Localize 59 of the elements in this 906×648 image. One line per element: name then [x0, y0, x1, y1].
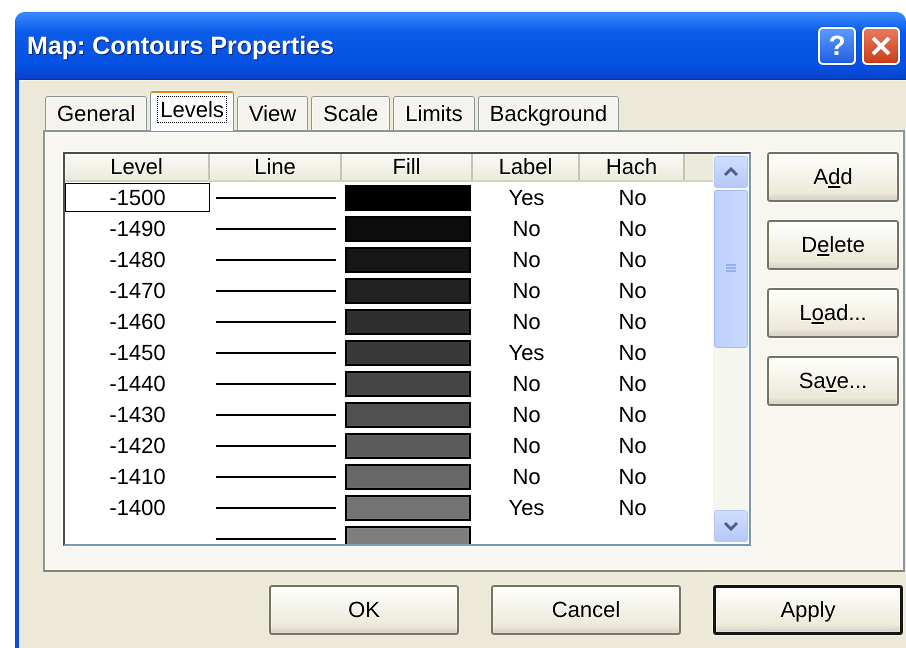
close-button[interactable] — [862, 27, 900, 65]
table-cell-text: No — [511, 464, 542, 490]
table-cell-text: No — [617, 402, 648, 428]
dialog-button[interactable]: OK — [269, 585, 459, 635]
level-cell[interactable]: -1500 — [65, 183, 210, 212]
table-cell-text: No — [511, 216, 542, 242]
table-cell-text: No — [617, 246, 648, 272]
level-cell[interactable]: -1490 — [65, 214, 210, 243]
help-button[interactable]: ? — [818, 27, 856, 65]
level-cell[interactable]: -1470 — [65, 276, 210, 305]
table-cell-text: No — [617, 216, 648, 242]
table-cell-text: Yes — [508, 340, 546, 366]
table-cell-text: No — [617, 464, 648, 490]
grip-icon — [725, 264, 737, 274]
side-button[interactable]: Add — [767, 152, 899, 202]
column-header[interactable]: Hach — [580, 154, 685, 180]
tab[interactable]: General — [45, 96, 148, 130]
tab[interactable]: View — [236, 96, 308, 130]
level-cell[interactable]: -1410 — [65, 462, 210, 491]
side-button[interactable]: Load... — [767, 288, 899, 338]
scroll-up-icon — [723, 167, 739, 177]
table-cell-text: No — [511, 370, 542, 396]
dialog-button[interactable]: Apply — [713, 585, 903, 635]
table-cell-text: Yes — [508, 494, 546, 520]
table-cell-text: No — [511, 278, 542, 304]
column-header[interactable]: Fill — [342, 154, 473, 180]
level-cell[interactable]: -1440 — [65, 369, 210, 398]
table-cell-text: No — [617, 308, 648, 334]
table-cell-text: No — [617, 432, 648, 458]
column-header[interactable]: Label — [473, 154, 580, 180]
table-cell-text: No — [617, 370, 648, 396]
tab[interactable]: Levels — [150, 91, 234, 131]
dialog-button[interactable]: Cancel — [491, 585, 681, 635]
table-cell-text: No — [617, 184, 648, 210]
table-cell-text: No — [617, 340, 648, 366]
column-header[interactable]: Line — [210, 154, 342, 180]
side-button[interactable]: Delete — [767, 220, 899, 270]
scrollbar[interactable] — [713, 154, 749, 544]
close-icon — [870, 35, 892, 57]
table-cell-text: Yes — [508, 184, 546, 210]
column-header[interactable]: Level — [65, 154, 210, 180]
tab[interactable]: Background — [478, 96, 620, 130]
table-cell-text: No — [617, 278, 648, 304]
level-cell[interactable]: -1430 — [65, 400, 210, 429]
level-cell[interactable]: -1480 — [65, 245, 210, 274]
table-cell-text: No — [511, 308, 542, 334]
window-title: Map: Contours Properties — [26, 32, 335, 60]
table-cell-text: No — [511, 246, 542, 272]
level-cell[interactable]: -1400 — [65, 493, 210, 522]
level-cell[interactable]: -1460 — [65, 307, 210, 336]
tab[interactable]: Limits — [393, 96, 475, 130]
table-cell-text: No — [511, 402, 542, 428]
level-cell[interactable]: -1420 — [65, 431, 210, 460]
table-cell-text: No — [511, 432, 542, 458]
tab[interactable]: Scale — [311, 96, 390, 130]
table-cell-text: No — [617, 494, 648, 520]
scroll-down-icon — [723, 521, 739, 531]
level-cell[interactable]: -1450 — [65, 338, 210, 367]
side-button[interactable]: Save... — [767, 356, 899, 406]
